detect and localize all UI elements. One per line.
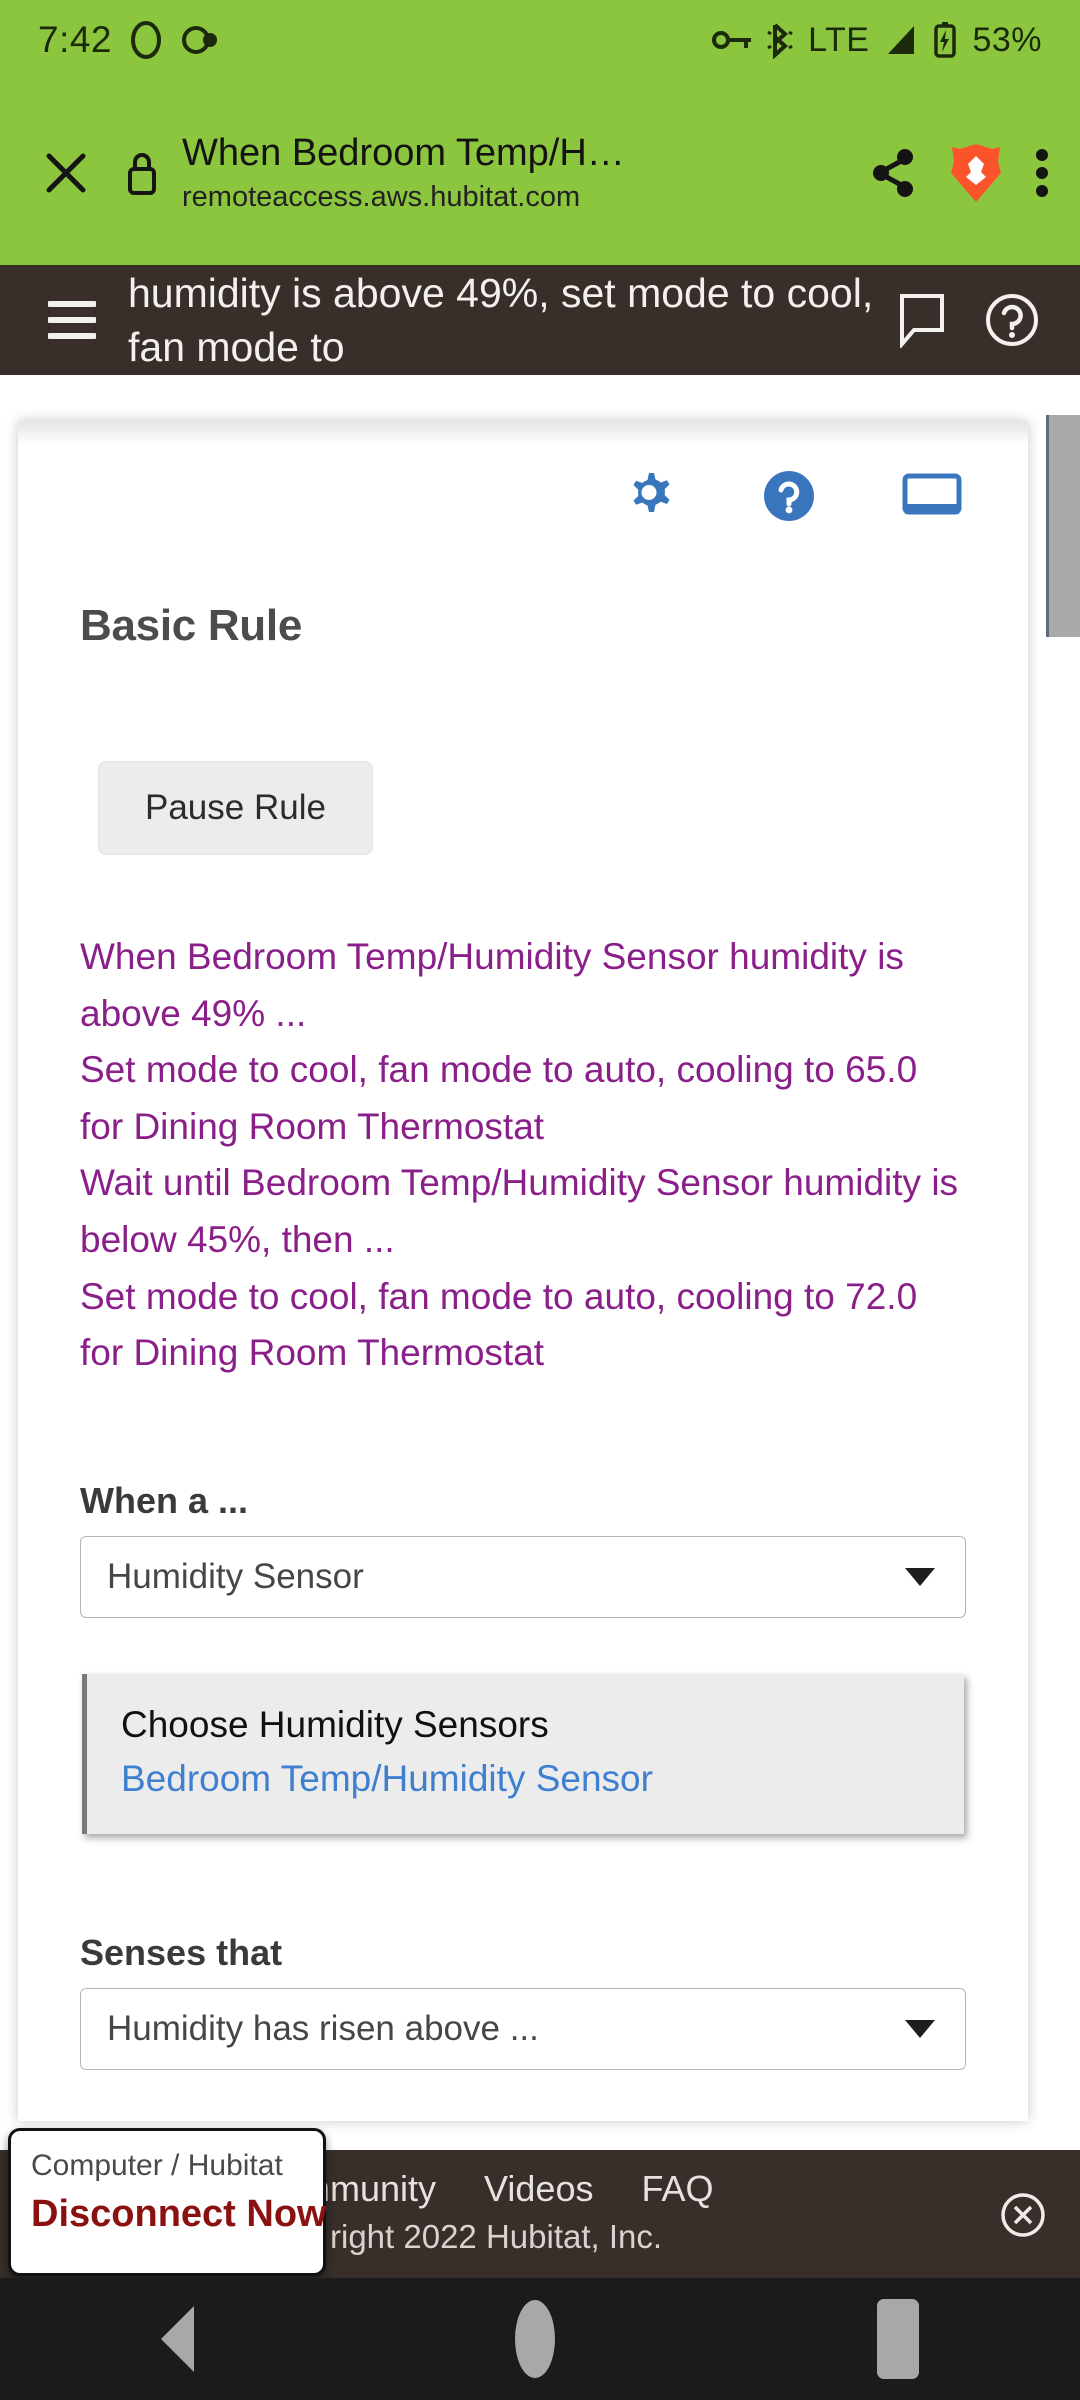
rule-card: Basic Rule Pause Rule When Bedroom Temp/… <box>18 421 1028 2121</box>
help-circle-icon[interactable] <box>984 292 1040 348</box>
pause-rule-button[interactable]: Pause Rule <box>98 761 373 855</box>
chooser-selected-device[interactable]: Bedroom Temp/Humidity Sensor <box>121 1758 930 1800</box>
senses-that-select-value: Humidity has risen above ... <box>107 2008 539 2048</box>
more-vertical-icon[interactable] <box>1034 147 1050 199</box>
display-icon[interactable] <box>902 472 962 520</box>
disconnect-popup[interactable]: Computer / Hubitat Disconnect Now <box>8 2128 327 2276</box>
bluetooth-icon <box>767 21 793 59</box>
brave-lion-icon[interactable] <box>948 142 1004 204</box>
browser-url-bar: When Bedroom Temp/H… remoteaccess.aws.hu… <box>0 80 1080 265</box>
senses-that-select[interactable]: Humidity has risen above ... <box>80 1987 966 2070</box>
status-bar-clock: 7:42 <box>38 19 113 60</box>
help-circle-icon[interactable] <box>762 469 816 523</box>
key-icon <box>712 27 752 53</box>
share-icon[interactable] <box>870 148 918 198</box>
chevron-down-icon <box>905 2019 935 2038</box>
app-bar-title: humidity is above 49%, set mode to cool,… <box>128 269 874 370</box>
url-box[interactable]: When Bedroom Temp/H… remoteaccess.aws.hu… <box>174 131 856 215</box>
eye-slash-icon <box>180 23 220 57</box>
page-scrollbar-thumb[interactable] <box>1046 415 1080 637</box>
web-page-viewport: Basic Rule Pause Rule When Bedroom Temp/… <box>0 375 1080 2150</box>
signal-bars-icon <box>884 23 918 57</box>
back-icon[interactable] <box>160 2306 194 2372</box>
rule-description-line: Set mode to cool, fan mode to auto, cool… <box>80 1275 918 1374</box>
status-bar-right: LTE 53% <box>712 21 1042 60</box>
gear-icon[interactable] <box>622 469 676 523</box>
page-title: When Bedroom Temp/H… <box>182 131 625 174</box>
android-nav-bar <box>0 2278 1080 2400</box>
hubitat-app-bar: humidity is above 49%, set mode to cool,… <box>0 265 1080 375</box>
choose-humidity-sensors-panel[interactable]: Choose Humidity Sensors Bedroom Temp/Hum… <box>82 1673 964 1834</box>
lock-icon[interactable] <box>110 147 174 199</box>
rule-card-body: Basic Rule Pause Rule When Bedroom Temp/… <box>18 601 1028 2070</box>
when-a-select[interactable]: Humidity Sensor <box>80 1535 966 1618</box>
when-a-select-value: Humidity Sensor <box>107 1556 364 1596</box>
app-bar-actions <box>896 292 1050 348</box>
battery-charging-icon <box>933 21 957 59</box>
page-scrollbar-track[interactable] <box>1046 375 1080 2150</box>
page-url: remoteaccess.aws.hubitat.com <box>182 180 581 213</box>
chat-bubble-icon[interactable] <box>896 292 948 348</box>
disconnect-popup-label: Computer / Hubitat <box>31 2149 283 2182</box>
pause-rule-button-wrap: Pause Rule <box>80 651 966 855</box>
phone-screen: 7:42 LTE 53% When Bedroom Temp/H… remote… <box>0 0 1080 2400</box>
status-bar-left: 7:42 <box>38 19 220 61</box>
chevron-down-icon <box>905 1567 935 1586</box>
senses-that-label: Senses that <box>80 1931 283 1973</box>
rule-description-line: When Bedroom Temp/Humidity Sensor humidi… <box>80 936 904 1034</box>
recents-icon[interactable] <box>877 2299 920 2379</box>
network-type-label: LTE <box>808 20 870 59</box>
rule-description-line: Wait until Bedroom Temp/Humidity Sensor … <box>80 1162 959 1261</box>
browser-actions <box>856 142 1050 204</box>
home-icon[interactable] <box>515 2300 556 2378</box>
clipped-top-row <box>18 421 1028 447</box>
page-title-heading: Basic Rule <box>80 601 302 650</box>
chooser-title: Choose Humidity Sensors <box>121 1703 549 1745</box>
footer-link-videos[interactable]: Videos <box>484 2168 593 2210</box>
close-circle-icon[interactable] <box>1000 2192 1046 2238</box>
when-a-label: When a ... <box>80 1479 249 1521</box>
circle-outline-icon <box>128 20 164 60</box>
rule-description-line: Set mode to cool, fan mode to auto, cool… <box>80 1049 918 1147</box>
disconnect-now-button[interactable]: Disconnect Now <box>31 2193 327 2236</box>
hamburger-menu-icon[interactable] <box>30 301 104 339</box>
close-tab-button[interactable] <box>30 147 102 199</box>
battery-percent-label: 53% <box>972 20 1042 59</box>
android-status-bar: 7:42 LTE 53% <box>0 0 1080 80</box>
rule-description: When Bedroom Temp/Humidity Sensor humidi… <box>80 929 966 1382</box>
footer-link-faq[interactable]: FAQ <box>641 2168 713 2210</box>
